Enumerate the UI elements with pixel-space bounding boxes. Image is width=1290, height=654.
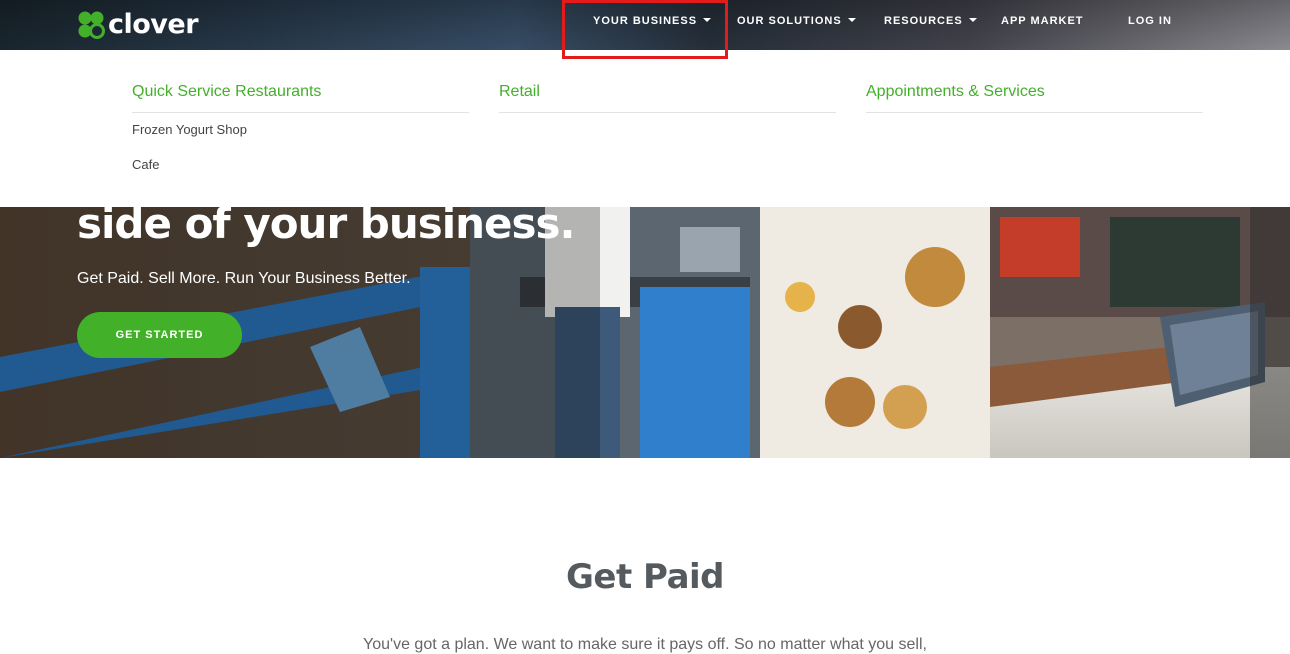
hero-headline: side of your business. [77, 207, 575, 248]
nav-our-solutions[interactable]: OUR SOLUTIONS [737, 15, 856, 27]
divider [499, 112, 836, 113]
caret-down-icon [847, 18, 856, 22]
get-started-button[interactable]: GET STARTED [77, 312, 242, 358]
nav-app-market[interactable]: APP MARKET [1001, 15, 1084, 27]
nav-our-solutions-label: OUR SOLUTIONS [737, 15, 842, 27]
hero-banner: side of your business. Get Paid. Sell Mo… [0, 207, 1290, 458]
nav-app-market-label: APP MARKET [1001, 15, 1084, 27]
hero-subheadline: Get Paid. Sell More. Run Your Business B… [77, 270, 411, 287]
divider [132, 112, 469, 113]
nav-log-in[interactable]: LOG IN [1128, 15, 1172, 27]
section-title: Get Paid [566, 557, 725, 597]
nav-resources[interactable]: RESOURCES [884, 15, 977, 27]
dropdown-heading-appointments[interactable]: Appointments & Services [866, 83, 1045, 101]
main-nav: YOUR BUSINESS OUR SOLUTIONS RESOURCES AP… [0, 0, 1290, 50]
nav-log-in-label: LOG IN [1128, 15, 1172, 27]
section-body: You've got a plan. We want to make sure … [363, 636, 927, 653]
caret-down-icon [968, 18, 977, 22]
dropdown-link-frozen-yogurt[interactable]: Frozen Yogurt Shop [132, 122, 247, 137]
nav-your-business[interactable]: YOUR BUSINESS [593, 15, 712, 27]
nav-resources-label: RESOURCES [884, 15, 963, 27]
caret-down-icon [703, 18, 712, 22]
nav-your-business-label: YOUR BUSINESS [593, 15, 698, 27]
dropdown-heading-quick-service[interactable]: Quick Service Restaurants [132, 83, 321, 101]
dropdown-heading-retail[interactable]: Retail [499, 83, 540, 101]
dropdown-link-cafe[interactable]: Cafe [132, 157, 159, 172]
divider [866, 112, 1203, 113]
your-business-dropdown: Quick Service Restaurants Frozen Yogurt … [0, 50, 1290, 207]
